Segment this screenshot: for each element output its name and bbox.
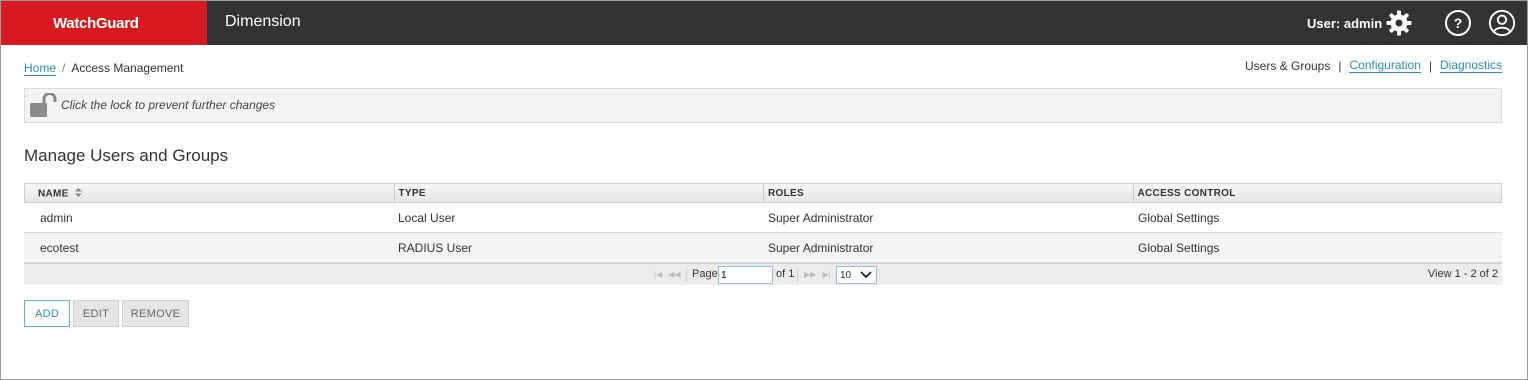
cell-type: RADIUS User xyxy=(398,240,473,255)
first-page-icon[interactable]: |◀ xyxy=(654,270,662,279)
users-table: NAME TYPE ROLES ACCESS CONTROL admin Loc… xyxy=(24,183,1502,263)
cell-access-control: Global Settings xyxy=(1138,240,1220,255)
page-number-input[interactable] xyxy=(718,266,773,284)
column-header-type[interactable]: TYPE xyxy=(395,184,765,202)
brand-block: WatchGuard xyxy=(1,1,207,45)
pager-back-controls: |◀ ◀◀ xyxy=(654,270,681,279)
table-pager: |◀ ◀◀ Page of 1 ▶▶ ▶| 10 View 1 - 2 of 2 xyxy=(24,263,1502,285)
view-count: View 1 - 2 of 2 xyxy=(1427,268,1498,280)
last-page-icon[interactable]: ▶| xyxy=(822,270,830,279)
top-bar: WatchGuard Dimension User: admin ? xyxy=(1,1,1527,45)
lock-message: Click the lock to prevent further change… xyxy=(61,98,276,112)
watchguard-logo[interactable]: WatchGuard xyxy=(53,15,139,32)
nav-users-groups: Users & Groups xyxy=(1245,58,1331,73)
table-row[interactable]: admin Local User Super Administrator Glo… xyxy=(24,203,1502,233)
edit-button[interactable]: EDIT xyxy=(73,300,119,327)
cell-type: Local User xyxy=(398,210,456,225)
nav-diagnostics-link[interactable]: Diagnostics xyxy=(1440,58,1503,73)
page-count-label: of 1 xyxy=(776,268,795,280)
remove-button[interactable]: REMOVE xyxy=(122,300,189,327)
user-icon[interactable] xyxy=(1488,9,1516,37)
breadcrumb-current: Access Management xyxy=(71,61,184,75)
column-header-name[interactable]: NAME xyxy=(25,184,395,202)
prev-page-icon[interactable]: ◀◀ xyxy=(668,270,680,279)
sort-icon xyxy=(74,188,82,200)
table-header: NAME TYPE ROLES ACCESS CONTROL xyxy=(24,183,1502,203)
unlock-icon[interactable] xyxy=(29,92,59,119)
page-size-value: 10 xyxy=(840,269,852,281)
nav-separator: | xyxy=(1338,58,1342,73)
user-label: User: admin xyxy=(1307,16,1383,31)
app-title: Dimension xyxy=(225,13,301,30)
column-header-access-control[interactable]: ACCESS CONTROL xyxy=(1134,184,1502,202)
breadcrumb-home-link[interactable]: Home xyxy=(24,61,57,76)
gear-icon[interactable] xyxy=(1385,9,1413,37)
nav-configuration-link[interactable]: Configuration xyxy=(1349,58,1421,73)
section-nav: Users & Groups | Configuration | Diagnos… xyxy=(1245,58,1503,73)
page-size-select[interactable]: 10 xyxy=(836,266,877,284)
lock-bar: Click the lock to prevent further change… xyxy=(24,88,1502,123)
pager-divider xyxy=(797,268,798,282)
breadcrumb-separator: / xyxy=(62,61,66,75)
cell-access-control: Global Settings xyxy=(1138,210,1220,225)
cell-name: admin xyxy=(40,210,73,225)
page-title: Manage Users and Groups xyxy=(24,146,229,165)
pager-forward-controls: ▶▶ ▶| xyxy=(804,270,831,279)
breadcrumb: Home / Access Management xyxy=(24,61,183,76)
cell-roles: Super Administrator xyxy=(768,210,874,225)
cell-name: ecotest xyxy=(40,240,79,255)
column-header-label: NAME xyxy=(38,188,69,200)
table-row[interactable]: ecotest RADIUS User Super Administrator … xyxy=(24,233,1502,263)
cell-roles: Super Administrator xyxy=(768,240,874,255)
next-page-icon[interactable]: ▶▶ xyxy=(804,270,816,279)
pager-divider xyxy=(686,268,687,282)
brand-text: WatchGuard xyxy=(53,14,139,32)
help-icon[interactable]: ? xyxy=(1444,9,1472,37)
add-button[interactable]: ADD xyxy=(24,300,70,327)
page-label: Page xyxy=(692,268,718,280)
column-header-roles[interactable]: ROLES xyxy=(764,184,1134,202)
svg-text:?: ? xyxy=(1454,15,1463,31)
chevron-down-icon xyxy=(860,271,872,282)
nav-separator: | xyxy=(1428,58,1432,73)
